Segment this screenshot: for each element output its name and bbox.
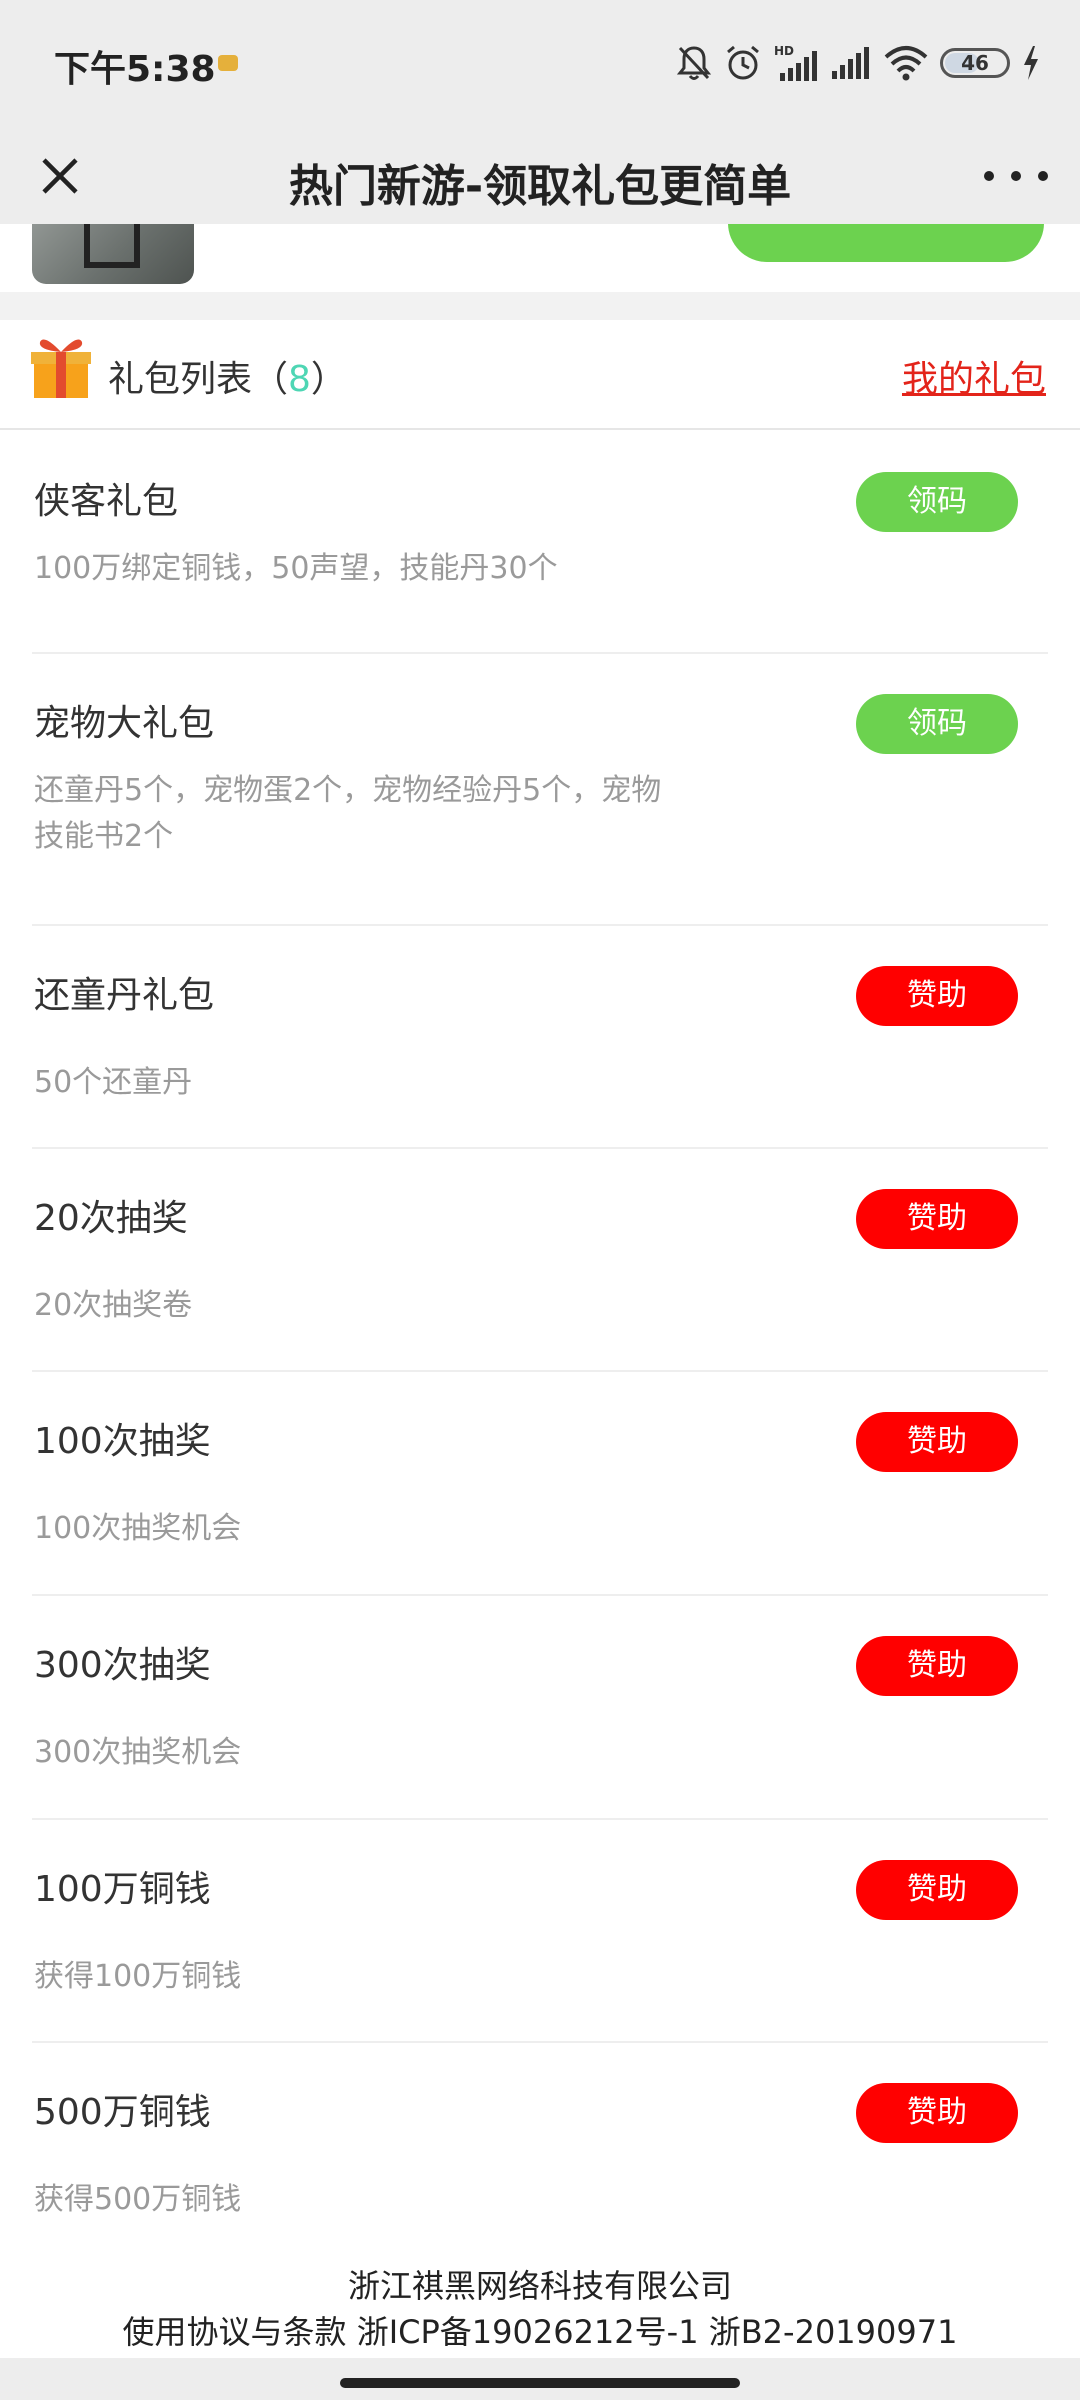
gift-item: 100万铜钱 获得100万铜钱 赞助 xyxy=(32,1820,1048,2043)
status-icons: HD 46 xyxy=(676,38,1040,88)
battery-level: 46 xyxy=(961,51,989,75)
alarm-icon xyxy=(727,45,759,80)
signal-icon xyxy=(832,47,869,79)
footer-legal[interactable]: 使用协议与条款 浙ICP备19026212号-1 浙B2-20190971 xyxy=(0,2309,1080,2355)
gift-item: 300次抽奖 300次抽奖机会 赞助 xyxy=(32,1596,1048,1820)
sponsor-button[interactable]: 赞助 xyxy=(856,1412,1018,1472)
gift-name: 还童丹礼包 xyxy=(34,975,215,1016)
gift-item: 20次抽奖 20次抽奖卷 赞助 xyxy=(32,1149,1048,1372)
gift-desc: 获得100万铜钱 xyxy=(34,1959,242,1994)
gesture-bar xyxy=(0,2358,1080,2400)
sponsor-button[interactable]: 赞助 xyxy=(856,1860,1018,1920)
gift-list-header: 礼包列表（8） 我的礼包 xyxy=(0,320,1080,430)
charging-icon xyxy=(1024,46,1038,80)
home-indicator[interactable] xyxy=(340,2378,740,2388)
notification-icon xyxy=(218,55,238,71)
section-divider xyxy=(0,292,1080,320)
wifi-icon xyxy=(884,46,928,81)
gift-item: 500万铜钱 获得500万铜钱 赞助 xyxy=(32,2043,1048,2255)
sponsor-button[interactable]: 赞助 xyxy=(856,1189,1018,1249)
bell-off-icon xyxy=(676,46,712,80)
gift-name: 100次抽奖 xyxy=(34,1421,211,1462)
gift-name: 侠客礼包 xyxy=(34,481,179,522)
sponsor-button[interactable]: 赞助 xyxy=(856,1636,1018,1696)
gift-icon xyxy=(31,339,91,398)
gift-desc: 获得500万铜钱 xyxy=(34,2182,242,2217)
gift-desc: 100次抽奖机会 xyxy=(34,1511,242,1546)
gift-item: 还童丹礼包 50个还童丹 赞助 xyxy=(32,926,1048,1149)
footer: 浙江祺黑网络科技有限公司 使用协议与条款 浙ICP备19026212号-1 浙B… xyxy=(0,2255,1080,2358)
gift-item: 侠客礼包 100万绑定铜钱，50声望，技能丹30个 领码 xyxy=(32,432,1048,654)
gift-desc: 还童丹5个，宠物蛋2个，宠物经验丹5个，宠物 技能书2个 xyxy=(34,768,734,860)
download-button[interactable] xyxy=(728,224,1044,262)
nav-bar: 热门新游-领取礼包更简单 xyxy=(0,128,1080,224)
gift-name: 20次抽奖 xyxy=(34,1198,188,1239)
gift-name: 500万铜钱 xyxy=(34,2092,211,2133)
gift-list-title: 礼包列表（8） xyxy=(108,350,347,402)
battery-icon: 46 xyxy=(940,48,1010,78)
gift-desc: 20次抽奖卷 xyxy=(34,1288,193,1323)
gift-desc-line: 还童丹5个，宠物蛋2个，宠物经验丹5个，宠物 xyxy=(34,773,662,808)
gift-name: 宠物大礼包 xyxy=(34,703,215,744)
gift-desc-line: 技能书2个 xyxy=(34,819,174,854)
status-bar: 下午5:38 HD 46 xyxy=(0,0,1080,128)
my-gifts-link[interactable]: 我的礼包 xyxy=(902,350,1046,402)
more-icon[interactable] xyxy=(984,156,1048,196)
hd-signal-icon: HD xyxy=(774,44,817,81)
gift-desc: 50个还童丹 xyxy=(34,1065,193,1100)
gift-name: 100万铜钱 xyxy=(34,1869,211,1910)
claim-code-button[interactable]: 领码 xyxy=(856,694,1018,754)
gift-name: 300次抽奖 xyxy=(34,1645,211,1686)
page-title: 热门新游-领取礼包更简单 xyxy=(288,161,792,212)
footer-company: 浙江祺黑网络科技有限公司 xyxy=(347,2267,732,2305)
gift-desc: 300次抽奖机会 xyxy=(34,1735,242,1770)
gift-count: 8 xyxy=(288,359,311,400)
gift-desc: 100万绑定铜钱，50声望，技能丹30个 xyxy=(34,551,558,586)
status-time: 下午5:38 xyxy=(54,49,216,90)
sponsor-button[interactable]: 赞助 xyxy=(856,966,1018,1026)
svg-text:HD: HD xyxy=(774,44,794,58)
gift-list-title-suffix: ） xyxy=(310,359,347,400)
game-thumbnail xyxy=(32,224,194,284)
gift-item: 宠物大礼包 还童丹5个，宠物蛋2个，宠物经验丹5个，宠物 技能书2个 领码 xyxy=(32,654,1048,926)
gift-item: 100次抽奖 100次抽奖机会 赞助 xyxy=(32,1372,1048,1596)
sponsor-button[interactable]: 赞助 xyxy=(856,2083,1018,2143)
game-info-section xyxy=(0,224,1080,292)
claim-code-button[interactable]: 领码 xyxy=(856,472,1018,532)
gift-list-title-prefix: 礼包列表（ xyxy=(108,359,289,400)
